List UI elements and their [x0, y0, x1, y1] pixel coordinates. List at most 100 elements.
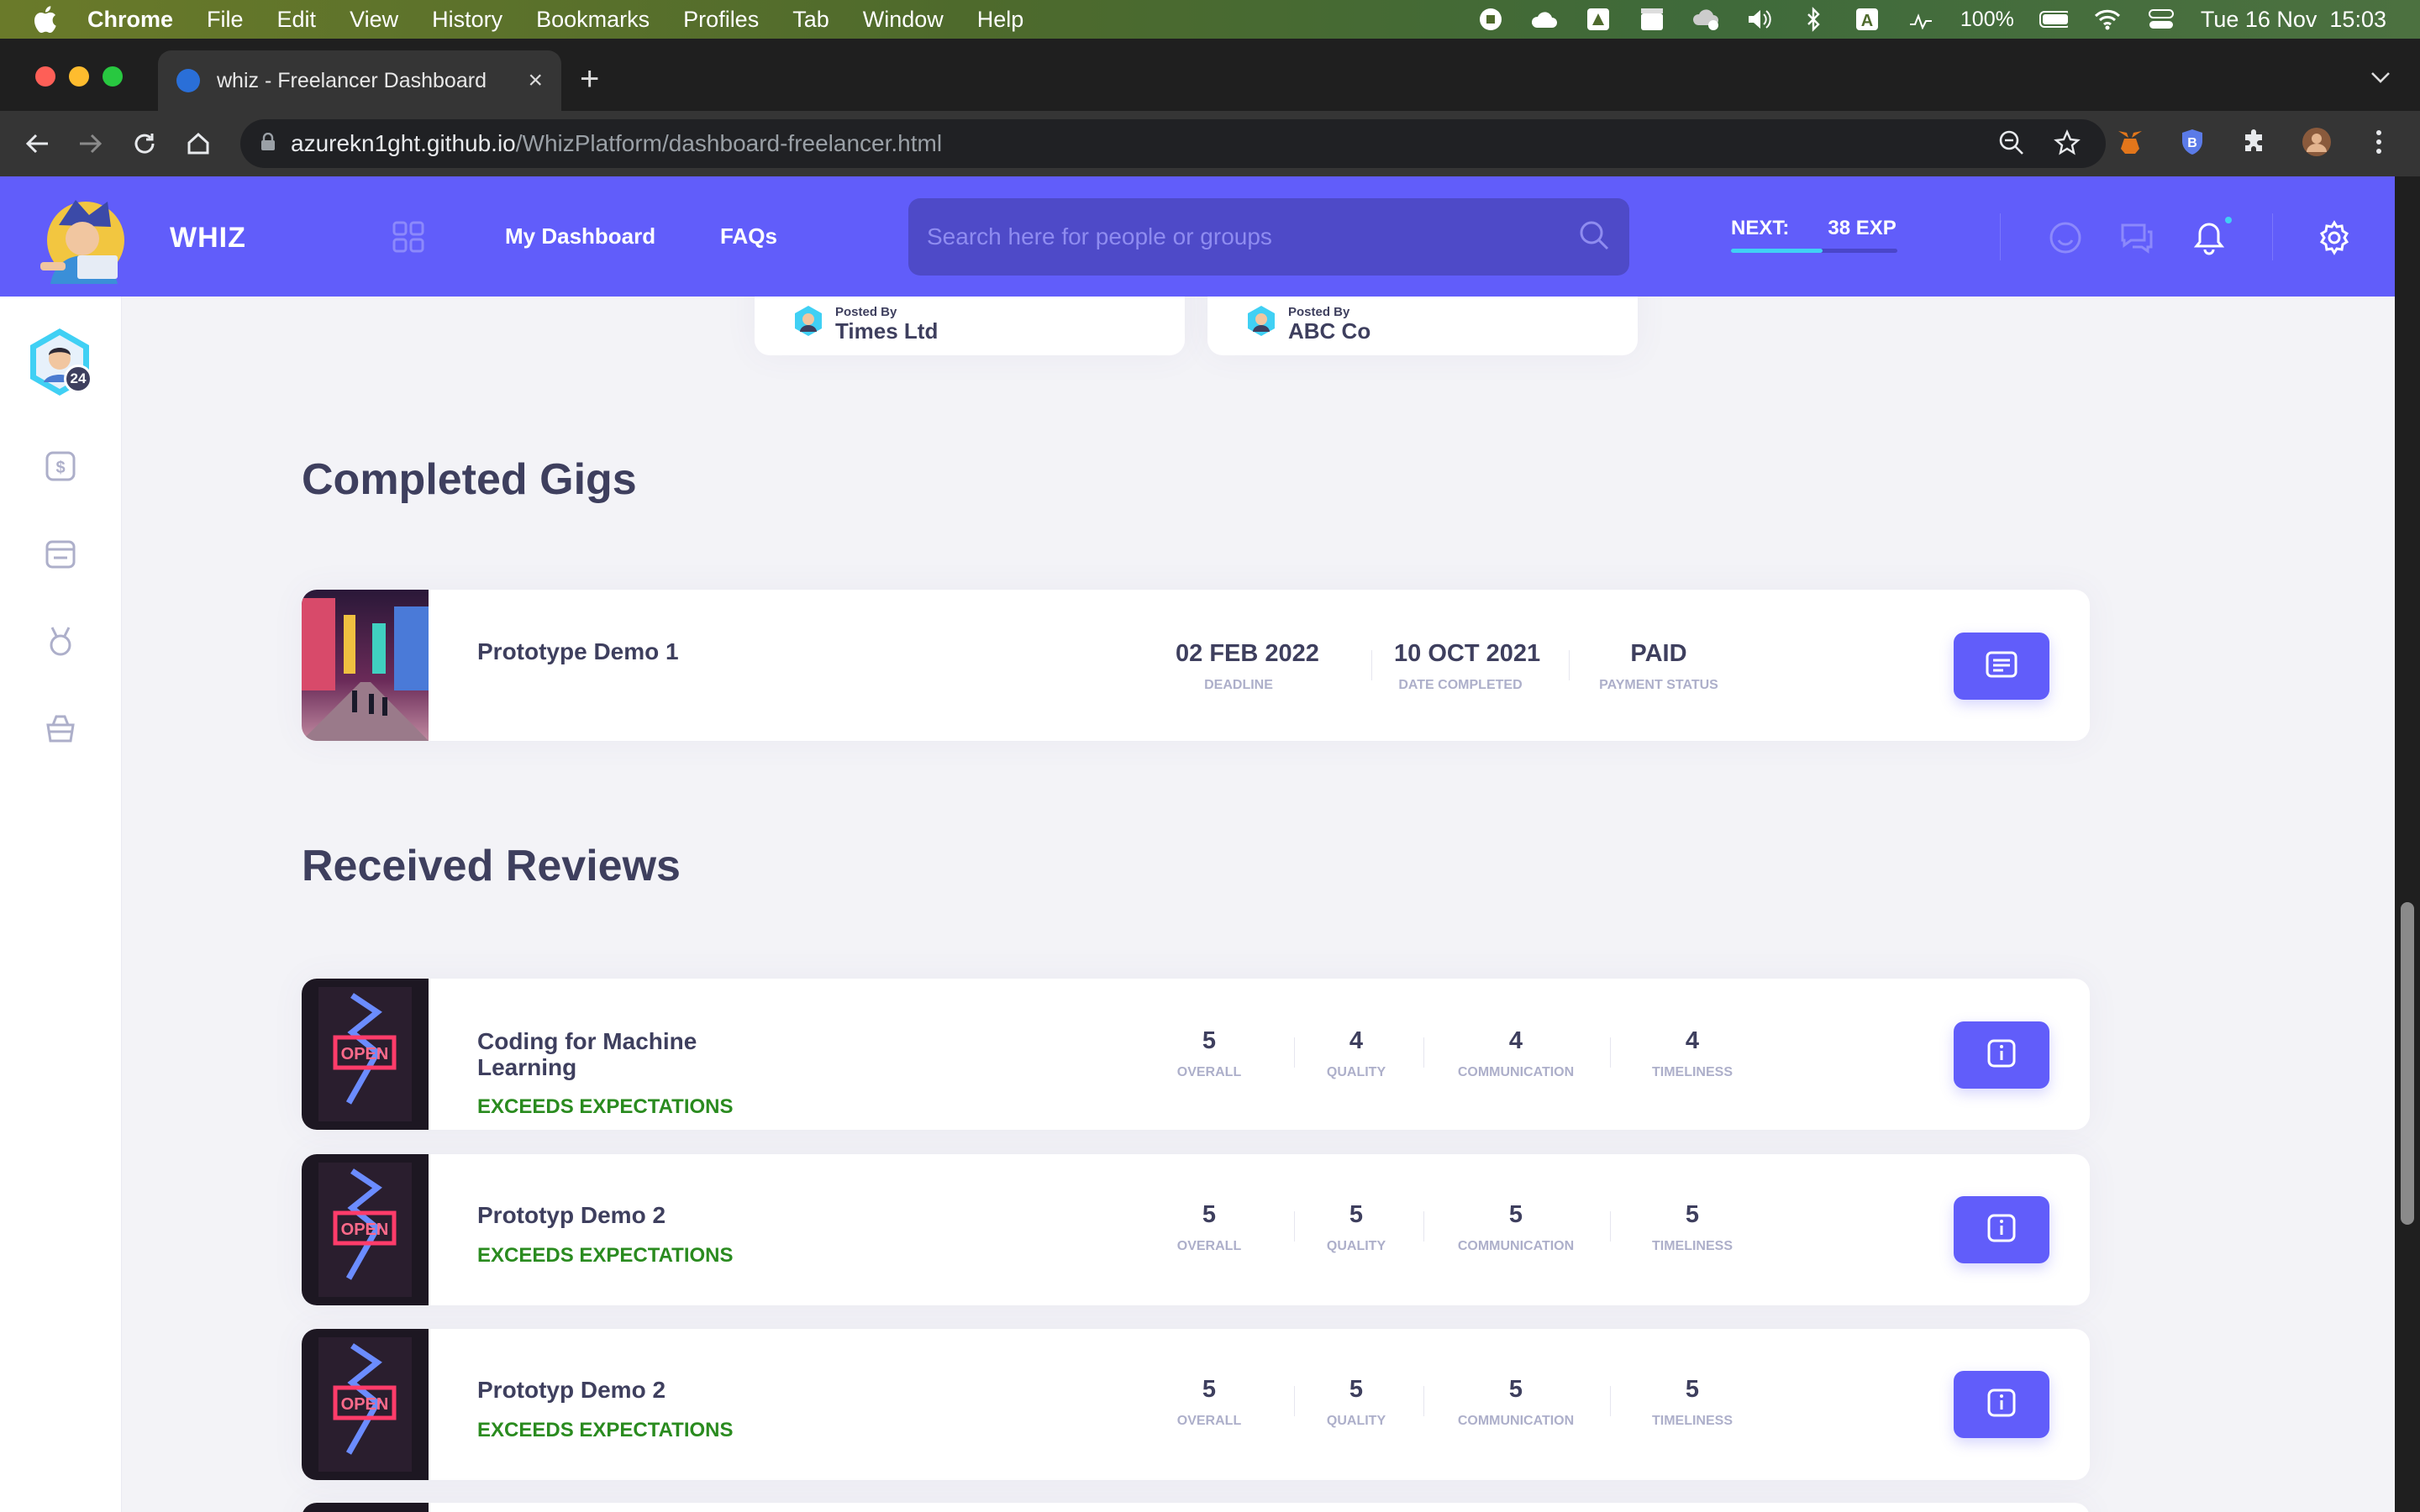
- window-close-button[interactable]: [35, 66, 55, 87]
- nav-my-dashboard[interactable]: My Dashboard: [505, 223, 655, 249]
- new-tab-button[interactable]: +: [580, 62, 599, 96]
- timeliness-value: 5: [1685, 1376, 1700, 1403]
- posted-by-card[interactable]: Posted By Times Ltd: [755, 297, 1185, 355]
- browser-menu-icon[interactable]: [2363, 126, 2395, 158]
- quality-value: 4: [1349, 1027, 1364, 1054]
- keyboard-input-icon[interactable]: A: [1853, 7, 1881, 32]
- forward-icon[interactable]: [76, 129, 106, 159]
- wifi-icon[interactable]: [2093, 7, 2122, 32]
- extensions-puzzle-icon[interactable]: [2238, 126, 2270, 158]
- completed-gigs-title: Completed Gigs: [302, 455, 637, 504]
- posted-by-card[interactable]: Posted By ABC Co: [1207, 297, 1638, 355]
- communication-label: COMMUNICATION: [1457, 1239, 1575, 1253]
- emoji-icon[interactable]: [2048, 220, 2083, 255]
- address-bar[interactable]: azurekn1ght.github.io /WhizPlatform/dash…: [240, 119, 2106, 168]
- control-center-icon[interactable]: [2147, 7, 2175, 32]
- profile-avatar-icon[interactable]: [2301, 126, 2333, 158]
- menu-app-name[interactable]: Chrome: [87, 7, 173, 33]
- menu-tab[interactable]: Tab: [792, 7, 829, 33]
- gig-details-button[interactable]: [1954, 633, 2049, 700]
- overall-label: OVERALL: [1176, 1239, 1242, 1253]
- review-timeliness: 5 TIMELINESS: [1629, 1376, 1755, 1429]
- scrollbar-thumb[interactable]: [2401, 902, 2414, 1225]
- menu-datetime[interactable]: Tue 16 Nov 15:03: [2201, 7, 2386, 33]
- drive-icon[interactable]: [1584, 7, 1612, 32]
- bookmark-star-icon[interactable]: [2054, 129, 2081, 162]
- review-info-button[interactable]: [1954, 1021, 2049, 1089]
- settings-gear-icon[interactable]: [2317, 220, 2352, 255]
- search-icon[interactable]: [1577, 218, 1611, 256]
- review-timeliness: 5 TIMELINESS: [1629, 1201, 1755, 1254]
- metamask-extension-icon[interactable]: [2114, 126, 2146, 158]
- apple-icon[interactable]: [32, 4, 62, 34]
- user-level-badge: 24: [64, 365, 92, 393]
- brand-name[interactable]: WHIZ: [170, 222, 246, 255]
- review-communication: 5 COMMUNICATION: [1444, 1201, 1587, 1254]
- deadline-label: DEADLINE: [1204, 678, 1273, 692]
- window-zoom-button[interactable]: [103, 66, 123, 87]
- sidebar-badges-icon[interactable]: [44, 624, 77, 658]
- header-divider: [2272, 213, 2273, 260]
- communication-label: COMMUNICATION: [1457, 1065, 1575, 1079]
- lock-icon[interactable]: [260, 130, 276, 157]
- shield-extension-icon[interactable]: B: [2176, 126, 2208, 158]
- tab-search-chevron-icon[interactable]: [2370, 71, 2391, 88]
- tab-close-icon[interactable]: ×: [528, 66, 543, 95]
- sidebar-cards-icon[interactable]: [44, 538, 77, 571]
- review-gig-name[interactable]: Prototyp Demo 2: [477, 1202, 666, 1228]
- review-row: OPEN Prototyp Demo 2 EXCEEDS EXPECTATION…: [302, 1154, 2090, 1305]
- menu-bookmarks[interactable]: Bookmarks: [536, 7, 650, 33]
- sidebar-store-icon[interactable]: [44, 711, 77, 745]
- menu-file[interactable]: File: [207, 7, 244, 33]
- review-thumbnail: OPEN: [302, 1154, 429, 1305]
- battery-icon[interactable]: [2039, 7, 2068, 32]
- clapper-icon[interactable]: [1638, 7, 1666, 32]
- messages-icon[interactable]: [2119, 220, 2154, 255]
- cloud-off-icon[interactable]: [1530, 7, 1559, 32]
- search-input[interactable]: [927, 223, 1577, 250]
- menu-edit[interactable]: Edit: [277, 7, 317, 33]
- volume-icon[interactable]: [1745, 7, 1774, 32]
- menu-help[interactable]: Help: [977, 7, 1024, 33]
- review-rating-badge: EXCEEDS EXPECTATIONS: [477, 1244, 734, 1267]
- back-icon[interactable]: [22, 129, 52, 159]
- review-gig-name[interactable]: Coding for Machine Learning: [477, 1028, 763, 1080]
- nav-faqs[interactable]: FAQs: [720, 223, 777, 249]
- gig-date-completed: 10 OCT 2021 DATE COMPLETED: [1394, 640, 1540, 693]
- menu-history[interactable]: History: [432, 7, 502, 33]
- menu-view[interactable]: View: [350, 7, 398, 33]
- overall-value: 5: [1202, 1201, 1217, 1228]
- browser-tab[interactable]: whiz - Freelancer Dashboard ×: [158, 50, 561, 111]
- exp-value: 38 EXP: [1828, 217, 1897, 239]
- svg-text:OPEN: OPEN: [341, 1395, 389, 1414]
- review-row: OPEN Prototyp Demo 2 EXCEEDS EXPECTATION…: [302, 1329, 2090, 1480]
- bluetooth-icon[interactable]: [1799, 7, 1828, 32]
- zoom-icon[interactable]: [1998, 129, 2025, 162]
- home-icon[interactable]: [183, 129, 213, 159]
- gig-name[interactable]: Prototype Demo 1: [477, 638, 679, 664]
- activity-icon[interactable]: [1907, 7, 1935, 32]
- sidebar-wallet-icon[interactable]: $: [44, 449, 77, 483]
- notifications-bell-icon[interactable]: [2191, 220, 2227, 255]
- os-menu-bar: Chrome File Edit View History Bookmarks …: [0, 0, 2420, 39]
- review-quality: 4 QUALITY: [1310, 1027, 1402, 1080]
- grid-menu-icon[interactable]: [392, 220, 425, 254]
- page-scrollbar[interactable]: [2395, 176, 2420, 1512]
- stat-divider: [1569, 650, 1570, 680]
- posted-by-company: ABC Co: [1288, 318, 1371, 344]
- cloud-sync-icon[interactable]: [1691, 7, 1720, 32]
- menu-window[interactable]: Window: [863, 7, 944, 33]
- review-row: [302, 1503, 2090, 1512]
- review-timeliness: 4 TIMELINESS: [1629, 1027, 1755, 1080]
- review-gig-name[interactable]: Prototyp Demo 2: [477, 1377, 666, 1403]
- logo-avatar-icon[interactable]: [34, 192, 134, 286]
- record-icon[interactable]: [1476, 7, 1505, 32]
- timeliness-label: TIMELINESS: [1651, 1414, 1733, 1428]
- review-info-button[interactable]: [1954, 1371, 2049, 1438]
- reload-icon[interactable]: [129, 129, 160, 159]
- gig-payment-status: PAID PAYMENT STATUS: [1596, 640, 1722, 693]
- menu-profiles[interactable]: Profiles: [683, 7, 759, 33]
- review-info-button[interactable]: [1954, 1196, 2049, 1263]
- stat-divider: [1610, 1211, 1611, 1242]
- window-minimize-button[interactable]: [69, 66, 89, 87]
